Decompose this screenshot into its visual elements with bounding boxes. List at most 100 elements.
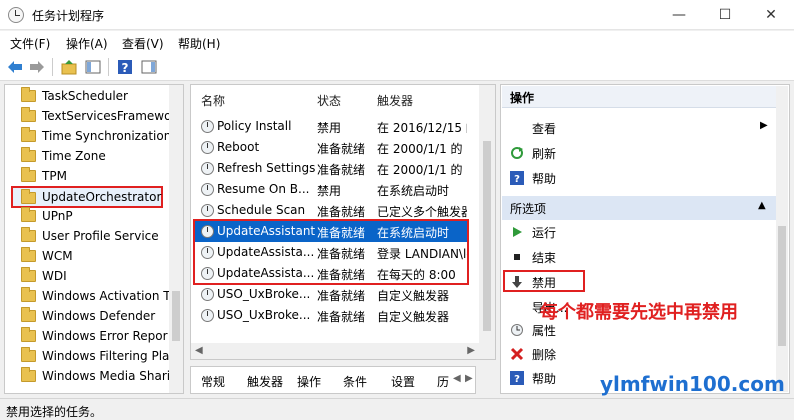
task-trigger: 自定义触发器 xyxy=(377,289,450,303)
show-hide-tree-icon[interactable] xyxy=(84,58,102,76)
tree-item[interactable]: Windows Error Repor xyxy=(5,327,170,347)
task-status: 准备就绪 xyxy=(317,205,366,219)
tab-triggers[interactable]: 触发器 xyxy=(247,373,283,390)
tab-actions[interactable]: 操作 xyxy=(297,373,321,390)
action-label: 删除 xyxy=(532,348,557,362)
tree-item[interactable]: WCM xyxy=(5,247,170,267)
task-name: USO_UxBroke... xyxy=(217,287,311,301)
column-header-name[interactable]: 名称 xyxy=(201,92,225,109)
tree-scrollbar-thumb[interactable] xyxy=(172,291,180,341)
action-label: 结束 xyxy=(532,251,557,265)
tree-item-label: Windows Activation Te xyxy=(42,289,176,303)
help-icon[interactable]: ? xyxy=(116,58,134,76)
task-name: Schedule Scan xyxy=(217,203,306,217)
tree-item[interactable]: WDI xyxy=(5,267,170,287)
tree-item-label: User Profile Service xyxy=(42,229,159,243)
svg-text:?: ? xyxy=(122,61,129,75)
tree-item-label: Time Zone xyxy=(42,149,106,163)
task-trigger: 在 2016/12/15 的 xyxy=(377,121,467,135)
tree-scrollbar[interactable] xyxy=(169,85,183,393)
tree-item[interactable]: Windows Filtering Plat xyxy=(5,347,174,367)
clock-icon xyxy=(201,288,214,301)
tree-item[interactable]: UPnP xyxy=(5,207,170,227)
folder-icon xyxy=(21,207,36,222)
tree-item-label: Windows Media Shari xyxy=(42,369,171,383)
table-row[interactable]: USO_UxBroke... 准备就绪 自定义触发器 xyxy=(195,305,467,326)
tree-item[interactable]: Windows Activation Te xyxy=(5,287,176,307)
task-name: Refresh Settings xyxy=(217,161,315,175)
back-arrow-icon[interactable] xyxy=(6,58,24,76)
task-name: Resume On B... xyxy=(217,182,310,196)
action-delete[interactable]: 删除 xyxy=(502,342,776,366)
action-run[interactable]: 运行 xyxy=(502,220,776,244)
task-status: 准备就绪 xyxy=(317,289,366,303)
tree-item[interactable]: TPM xyxy=(5,167,170,187)
forward-arrow-icon[interactable] xyxy=(28,58,46,76)
tree-item-label: Time Synchronization xyxy=(42,129,172,143)
action-view[interactable]: 查看 ▶ xyxy=(502,116,776,140)
tree-item[interactable]: TextServicesFramewor xyxy=(5,107,176,127)
annotation-text: 每个都需要先选中再禁用 xyxy=(540,302,738,323)
clock-properties-icon xyxy=(511,324,523,336)
submenu-arrow-icon: ▶ xyxy=(760,120,768,131)
tab-scroll-right-icon[interactable]: ▶ xyxy=(465,373,473,384)
task-list-scrollbar[interactable] xyxy=(479,85,495,359)
action-disable[interactable]: 禁用 xyxy=(503,270,585,292)
tab-settings[interactable]: 设置 xyxy=(391,373,415,390)
selected-item-section-header[interactable]: 所选项 ▲ xyxy=(502,196,776,220)
folder-icon xyxy=(21,189,36,204)
menu-action[interactable]: 操作(A) xyxy=(66,35,108,52)
action-help[interactable]: ? 帮助 xyxy=(502,166,776,190)
tab-history[interactable]: 历 xyxy=(437,373,449,390)
tree-item[interactable]: Windows Defender xyxy=(5,307,170,327)
menu-file[interactable]: 文件(F) xyxy=(10,35,50,52)
show-action-pane-icon[interactable] xyxy=(140,58,158,76)
column-header-trigger[interactable]: 触发器 xyxy=(377,92,413,109)
tree-item-label: TPM xyxy=(42,169,67,183)
maximize-button[interactable]: ☐ xyxy=(702,0,748,30)
minimize-button[interactable]: — xyxy=(656,0,702,30)
clock-icon xyxy=(201,309,214,322)
column-header-status[interactable]: 状态 xyxy=(317,92,341,109)
menu-view[interactable]: 查看(V) xyxy=(122,35,164,52)
menu-help[interactable]: 帮助(H) xyxy=(178,35,220,52)
tree-item[interactable]: Time Synchronization xyxy=(5,127,172,147)
table-row[interactable]: Resume On B... 禁用 在系统启动时 xyxy=(195,179,467,200)
table-row[interactable]: Reboot 准备就绪 在 2000/1/1 的 3: xyxy=(195,137,467,158)
tab-conditions[interactable]: 条件 xyxy=(343,373,367,390)
tree-item[interactable]: Windows Media Shari xyxy=(5,367,170,387)
tree-item[interactable]: User Profile Service xyxy=(5,227,170,247)
tree-item-updateorchestrator-selected[interactable]: UpdateOrchestrator xyxy=(11,186,163,208)
tree-item[interactable]: TaskScheduler xyxy=(5,87,170,107)
actions-scrollbar-thumb[interactable] xyxy=(778,226,786,346)
table-row[interactable]: USO_UxBroke... 准备就绪 自定义触发器 xyxy=(195,284,467,305)
action-label: 属性 xyxy=(532,324,557,338)
tree-item-label: Windows Error Repor xyxy=(42,329,168,343)
scroll-right-arrow-icon[interactable]: ▶ xyxy=(467,345,475,356)
tab-general[interactable]: 常规 xyxy=(201,373,225,390)
scroll-left-arrow-icon[interactable]: ◀ xyxy=(195,345,203,356)
delete-x-icon xyxy=(510,347,524,361)
folder-icon xyxy=(21,147,36,162)
task-list-scrollbar-thumb[interactable] xyxy=(483,141,491,331)
table-row[interactable]: Schedule Scan 准备就绪 已定义多个触发器 xyxy=(195,200,467,221)
task-detail-tabs: 常规 触发器 操作 条件 设置 历 ◀ ▶ xyxy=(190,366,476,394)
table-row[interactable]: Refresh Settings 准备就绪 在 2000/1/1 的 3: xyxy=(195,158,467,179)
help-icon: ? xyxy=(510,171,524,185)
tab-scroll-left-icon[interactable]: ◀ xyxy=(453,373,461,384)
action-refresh[interactable]: 刷新 xyxy=(502,141,776,165)
task-name: Policy Install xyxy=(217,119,292,133)
svg-text:?: ? xyxy=(514,174,520,185)
task-list-hscrollbar[interactable]: ◀ ▶ xyxy=(191,343,479,359)
close-button[interactable]: ✕ xyxy=(748,0,794,30)
folder-icon xyxy=(21,127,36,142)
collapse-arrow-icon[interactable]: ▲ xyxy=(758,200,766,211)
action-end[interactable]: 结束 xyxy=(502,245,776,269)
table-row[interactable]: Policy Install 禁用 在 2016/12/15 的 xyxy=(195,116,467,137)
svg-text:?: ? xyxy=(514,374,520,385)
up-folder-icon[interactable] xyxy=(60,58,78,76)
actions-scrollbar[interactable] xyxy=(776,86,788,392)
section-title: 所选项 xyxy=(510,202,547,216)
refresh-icon xyxy=(511,147,523,159)
tree-item[interactable]: Time Zone xyxy=(5,147,170,167)
